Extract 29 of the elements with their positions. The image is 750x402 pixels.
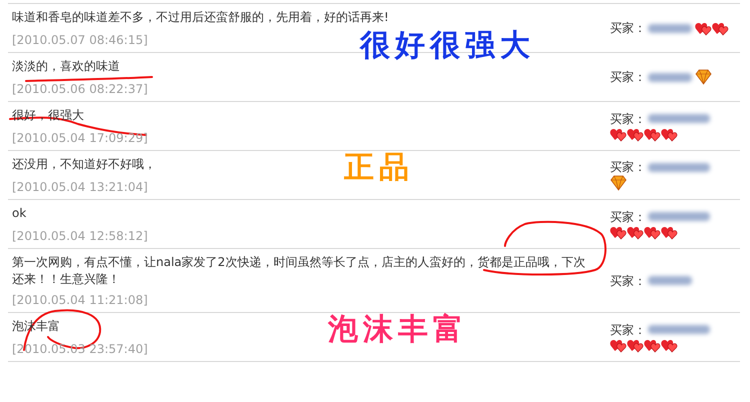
review-date: [2010.05.04 12:58:12] <box>12 228 148 244</box>
buyer-label: 买家： <box>610 20 646 36</box>
review-text: 味道和香皂的味道差不多，不过用后还蛮舒服的，先用着，好的话再来! <box>12 9 389 26</box>
blurred-name <box>648 325 710 334</box>
blurred-name <box>648 162 710 172</box>
review-date: [2010.05.04 17:09:29] <box>12 130 148 146</box>
annotation-text: 泡沫丰富 <box>328 313 468 347</box>
buyer-label: 买家： <box>610 322 646 338</box>
blurred-name <box>648 24 692 32</box>
review-date: [2010.05.04 13:21:04] <box>12 179 148 195</box>
review-text: ok <box>12 205 26 222</box>
buyer-label: 买家： <box>610 110 646 126</box>
review-date: [2010.05.04 11:21:08] <box>12 292 148 308</box>
review-text: 淡淡的，喜欢的味道 <box>12 58 120 75</box>
review-date: [2010.05.03 23:57:40] <box>12 341 148 357</box>
buyer-label: 买家： <box>610 208 646 224</box>
review-date: [2010.05.07 08:46:15] <box>12 32 148 48</box>
blurred-name <box>648 72 692 82</box>
buyer-label: 买家： <box>610 272 646 288</box>
blurred-name <box>648 114 710 123</box>
review-date: [2010.05.06 08:22:37] <box>12 81 148 97</box>
review-text: 第一次网购，有点不懂，让nala家发了2次快递，时间虽然等长了点，店主的人蛮好的，货都是正品哦，下次还来！！生意兴隆！ <box>12 254 586 288</box>
annotation-text: 正品 <box>344 151 414 185</box>
blurred-name <box>648 276 692 285</box>
review-text: 还没用，不知道好不好哦， <box>12 156 156 173</box>
annotation-text: 很好很强大 <box>360 29 535 63</box>
buyer-label: 买家： <box>610 159 646 175</box>
buyer-label: 买家： <box>610 69 646 85</box>
blurred-name <box>648 212 710 221</box>
